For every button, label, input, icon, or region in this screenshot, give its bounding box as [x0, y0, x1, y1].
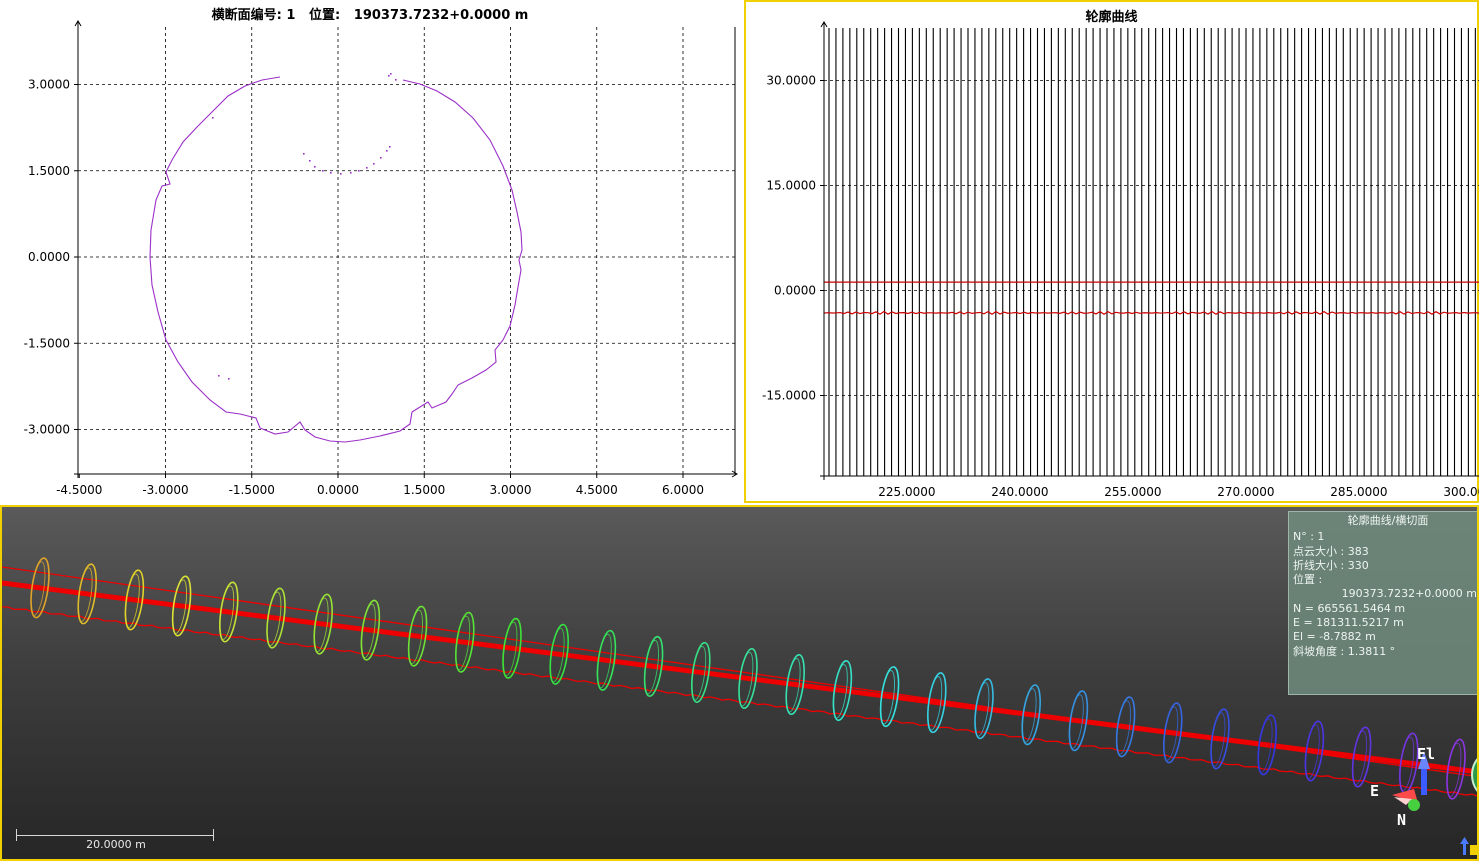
y-tick-label: 1.5000	[28, 164, 70, 178]
info-coord: 斜坡角度 : 1.3811 °	[1293, 644, 1396, 658]
compass-icon	[1471, 758, 1477, 792]
scale-bar: 20.0000 m	[16, 829, 216, 851]
info-overlay: 轮廓曲线/横切面 N° : 1 点云大小 : 383 折线大小 : 330 位置…	[1288, 511, 1477, 695]
x-tick-label: 255.0000	[1104, 485, 1161, 499]
info-line: N° : 1	[1293, 530, 1325, 544]
y-tick-label: 0.0000	[28, 250, 70, 264]
y-tick-label: 30.0000	[766, 74, 816, 88]
x-tick-label: 300.0000	[1443, 485, 1479, 499]
cross-section-plot[interactable]: -4.5000 -3.0000 -1.5000 0.0000 1.5000 3.0000 4…	[0, 0, 740, 503]
x-tick-label: -1.5000	[229, 483, 275, 497]
cross-section-scatter	[212, 73, 397, 380]
3d-view-panel[interactable]: El E N 轮廓曲线/横切面 N° : 1 点云大小 : 383 折线大小 :…	[0, 505, 1479, 861]
y-tick-label: 0.0000	[774, 284, 816, 298]
3d-scene[interactable]	[2, 507, 1479, 859]
info-coord: El = -8.7882 m	[1293, 630, 1376, 644]
x-tick-label: 285.0000	[1330, 485, 1387, 499]
info-title: 轮廓曲线/横切面	[1347, 514, 1429, 527]
x-tick-label: 3.0000	[490, 483, 532, 497]
y-tick-label: -3.0000	[24, 423, 70, 437]
x-tick-label: -3.0000	[142, 483, 188, 497]
x-tick-label: 225.0000	[878, 485, 935, 499]
info-coord: N = 665561.5464 m	[1293, 601, 1406, 615]
x-tick-label: 1.5000	[403, 483, 445, 497]
profile-curve-plot[interactable]: 225.0000 240.0000 255.0000 270.0000 285.0000…	[746, 2, 1479, 503]
el-axis-label: El	[1417, 745, 1436, 763]
info-line: 位置 :	[1293, 573, 1323, 587]
info-icon	[1460, 837, 1477, 855]
y-tick-label: -1.5000	[24, 336, 70, 350]
n-axis-label: N	[1397, 811, 1407, 829]
x-tick-label: 240.0000	[991, 485, 1048, 499]
x-tick-label: 4.5000	[576, 483, 618, 497]
cross-section-panel[interactable]: 横断面编号: 1 位置: 190373.7232+0.0000 m -4.500…	[0, 0, 740, 503]
el-axis-arrow	[1421, 765, 1427, 795]
x-tick-label: 270.0000	[1217, 485, 1274, 499]
scale-label: 20.0000 m	[86, 838, 146, 851]
info-position: 190373.7232+0.0000 m	[1341, 587, 1477, 601]
n-axis-ball	[1408, 799, 1420, 811]
e-axis-label: E	[1370, 782, 1380, 800]
info-line: 点云大小 : 383	[1293, 544, 1369, 558]
profile-curve-panel[interactable]: 轮廓曲线 225.0000 240.0000 255.0000 270.0000 285…	[744, 0, 1479, 503]
profile-line-lower	[823, 310, 1479, 315]
y-tick-label: -15.0000	[762, 389, 816, 403]
x-tick-label: 0.0000	[317, 483, 359, 497]
cross-section-curve	[149, 76, 523, 443]
y-tick-label: 15.0000	[766, 179, 816, 193]
x-tick-label: 6.0000	[662, 483, 704, 497]
info-coord: E = 181311.5217 m	[1293, 616, 1404, 630]
x-tick-label: -4.5000	[56, 483, 102, 497]
y-tick-label: 3.0000	[28, 78, 70, 92]
info-line: 折线大小 : 330	[1293, 558, 1369, 572]
